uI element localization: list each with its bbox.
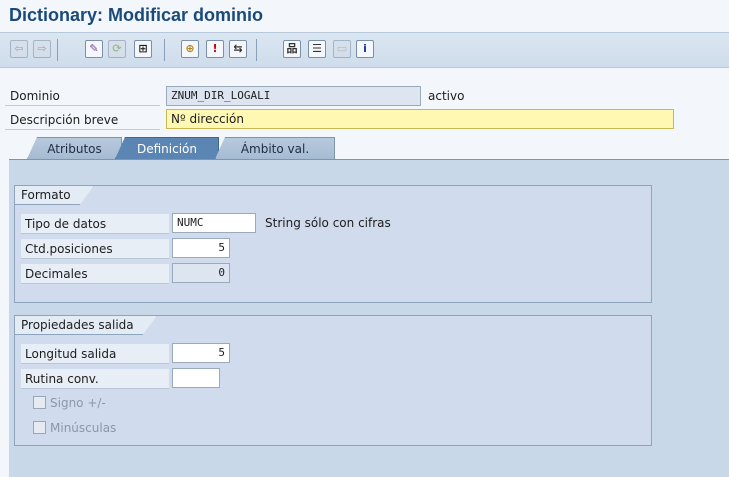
activate-icon[interactable]: ⊕ [181, 40, 199, 58]
posiciones-label: Ctd.posiciones [21, 239, 169, 259]
toolbar-separator [164, 39, 165, 61]
tab-content: Formato Tipo de datos NUMC String sólo c… [9, 159, 729, 477]
rutina-conv-label: Rutina conv. [21, 369, 169, 389]
display-change-icon[interactable]: ✎ [85, 40, 103, 58]
navigate-icon[interactable]: ⇆ [229, 40, 247, 58]
minusculas-checkbox[interactable]: Minúsculas [33, 419, 116, 437]
domain-status: activo [428, 89, 465, 103]
description-field[interactable]: Nº dirección [166, 109, 674, 129]
back-icon[interactable]: ⇦ [10, 40, 28, 58]
toolbar-separator [57, 39, 58, 61]
decimales-field[interactable]: 0 [172, 263, 230, 283]
print-icon[interactable]: ☰ [308, 40, 326, 58]
posiciones-field[interactable]: 5 [172, 238, 230, 258]
signo-checkbox[interactable]: Signo +/- [33, 394, 106, 412]
tab-definicion[interactable]: Definición [115, 137, 219, 159]
toolbar-separator [256, 39, 257, 61]
tab-ambito-val[interactable]: Ámbito val. [215, 137, 335, 159]
hierarchy-icon[interactable]: 品 [283, 40, 301, 58]
minusculas-label: Minúsculas [50, 421, 117, 435]
tipo-datos-description: String sólo con cifras [265, 216, 391, 230]
title-bar: Dictionary: Modificar dominio [0, 0, 729, 32]
application-toolbar: ⇦ ⇨ ✎ ⟳ ⊞ ⊕ ! ⇆ 品 ☰ ▭ i [0, 32, 729, 68]
group-title: Propiedades salida [15, 316, 157, 335]
window-title: Dictionary: Modificar dominio [9, 5, 264, 25]
decimales-label: Decimales [21, 264, 169, 284]
checkbox-icon [33, 396, 46, 409]
check-icon[interactable]: ⊞ [134, 40, 152, 58]
tab-atributos[interactable]: Atributos [27, 137, 122, 159]
where-used-icon[interactable]: ! [206, 40, 224, 58]
other-object-icon[interactable]: ⟳ [108, 40, 126, 58]
checkbox-icon [33, 421, 46, 434]
longitud-salida-label: Longitud salida [21, 344, 169, 364]
description-label: Descripción breve [5, 110, 160, 130]
propiedades-salida-group: Propiedades salida Longitud salida 5 Rut… [14, 315, 652, 446]
rutina-conv-field[interactable] [172, 368, 220, 388]
formato-group: Formato Tipo de datos NUMC String sólo c… [14, 185, 652, 303]
group-title: Formato [15, 186, 94, 205]
tipo-datos-label: Tipo de datos [21, 214, 169, 234]
signo-label: Signo +/- [50, 396, 106, 410]
info-icon[interactable]: i [356, 40, 374, 58]
layout-icon[interactable]: ▭ [333, 40, 351, 58]
domain-label: Dominio [5, 86, 160, 106]
longitud-salida-field[interactable]: 5 [172, 343, 230, 363]
tipo-datos-field[interactable]: NUMC [172, 213, 256, 233]
domain-field[interactable]: ZNUM_DIR_LOGALI [166, 86, 421, 106]
forward-icon[interactable]: ⇨ [33, 40, 51, 58]
